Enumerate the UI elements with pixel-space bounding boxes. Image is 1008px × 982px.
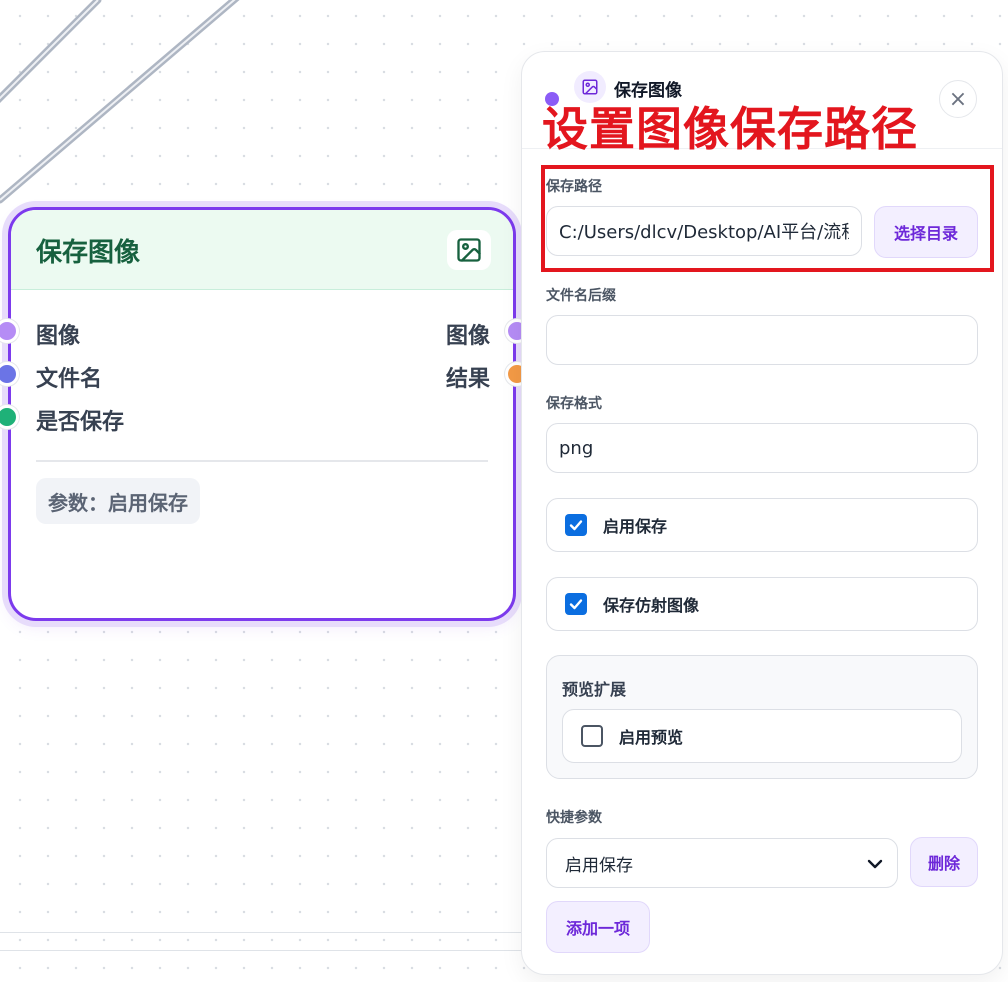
save-affine-checkbox[interactable] bbox=[565, 593, 587, 615]
annotation-text: 设置图像保存路径 bbox=[542, 102, 918, 156]
input-port-image[interactable] bbox=[0, 319, 19, 343]
input-port-filename[interactable] bbox=[0, 362, 19, 386]
quick-params-select[interactable]: 启用保存 bbox=[546, 838, 898, 888]
node-header: 保存图像 bbox=[11, 210, 513, 290]
enable-preview-row[interactable]: 启用预览 bbox=[562, 709, 962, 763]
add-item-button[interactable]: 添加一项 bbox=[546, 901, 650, 953]
enable-preview-label: 启用预览 bbox=[619, 728, 684, 747]
close-icon: × bbox=[948, 86, 968, 112]
save-affine-row[interactable]: 保存仿射图像 bbox=[546, 577, 978, 631]
input-label-image: 图像 bbox=[36, 324, 81, 349]
enable-save-checkbox[interactable] bbox=[565, 514, 587, 536]
save-path-label: 保存路径 bbox=[546, 179, 602, 195]
connection-edges bbox=[0, 0, 240, 204]
node-title: 保存图像 bbox=[36, 238, 141, 268]
check-icon bbox=[569, 599, 583, 610]
save-affine-label: 保存仿射图像 bbox=[603, 596, 700, 615]
check-icon bbox=[569, 520, 583, 531]
preview-extension-group: 预览扩展 启用预览 bbox=[546, 655, 978, 779]
delete-button[interactable]: 删除 bbox=[910, 837, 978, 887]
edge-line bbox=[0, 0, 102, 103]
image-icon bbox=[574, 71, 606, 103]
input-label-filename: 文件名 bbox=[36, 367, 103, 392]
enable-save-label: 启用保存 bbox=[603, 517, 668, 536]
choose-directory-button[interactable]: 选择目录 bbox=[874, 206, 978, 258]
close-button[interactable]: × bbox=[939, 80, 977, 118]
chevron-down-icon bbox=[867, 859, 883, 869]
quick-params-selected: 启用保存 bbox=[565, 855, 633, 876]
panel-title: 保存图像 bbox=[614, 81, 682, 101]
canvas-divider bbox=[0, 932, 530, 933]
output-label-result: 结果 bbox=[445, 367, 490, 392]
save-image-node[interactable]: 保存图像 图像 文件名 是否保存 图像 结果 参数：启用保存 bbox=[0, 207, 529, 621]
suffix-label: 文件名后缀 bbox=[546, 288, 616, 304]
properties-panel: 保存图像 × 设置图像保存路径 保存路径 选择目录 文件名后缀 保存格式 启用保… bbox=[521, 51, 1003, 975]
param-badge: 参数：启用保存 bbox=[36, 478, 200, 524]
image-icon bbox=[447, 230, 491, 270]
input-label-save-flag: 是否保存 bbox=[36, 410, 125, 435]
format-label: 保存格式 bbox=[546, 396, 602, 412]
input-port-save-flag[interactable] bbox=[0, 405, 19, 429]
enable-save-row[interactable]: 启用保存 bbox=[546, 498, 978, 552]
format-input[interactable] bbox=[546, 423, 978, 473]
node-divider bbox=[36, 460, 488, 462]
output-label-image: 图像 bbox=[445, 324, 490, 349]
canvas-divider bbox=[0, 950, 530, 951]
suffix-input[interactable] bbox=[546, 315, 978, 365]
enable-preview-checkbox[interactable] bbox=[581, 725, 603, 747]
quick-params-label: 快捷参数 bbox=[546, 810, 602, 826]
save-path-input[interactable] bbox=[546, 206, 862, 256]
preview-group-title: 预览扩展 bbox=[562, 680, 627, 699]
